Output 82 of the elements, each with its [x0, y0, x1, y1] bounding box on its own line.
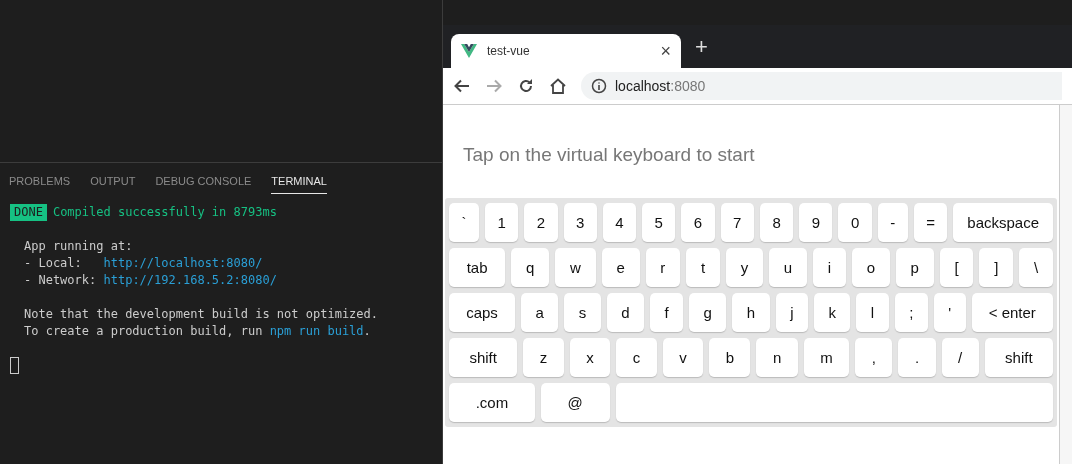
terminal-line: - Local: http://localhost:8080/	[23, 255, 264, 272]
panel-tab[interactable]: OUTPUT	[90, 175, 136, 194]
key[interactable]: ;	[894, 293, 928, 332]
info-icon[interactable]	[591, 78, 607, 94]
key[interactable]: u	[768, 248, 807, 287]
key[interactable]: -	[877, 203, 908, 242]
key[interactable]: < enter	[971, 293, 1053, 332]
key[interactable]: backspace	[953, 203, 1053, 242]
key[interactable]: shift	[984, 338, 1053, 377]
key[interactable]: d	[606, 293, 644, 332]
key[interactable]: b	[709, 338, 751, 377]
key[interactable]: \	[1019, 248, 1053, 287]
key[interactable]: z	[523, 338, 564, 377]
browser-tab[interactable]: test-vue ×	[451, 34, 681, 68]
key[interactable]: t	[686, 248, 720, 287]
key[interactable]: j	[775, 293, 808, 332]
key[interactable]: .com	[449, 383, 535, 422]
key[interactable]: =	[913, 203, 948, 242]
key[interactable]: 4	[602, 203, 637, 242]
key[interactable]: r	[645, 248, 681, 287]
key[interactable]: 9	[799, 203, 833, 242]
key[interactable]: i	[812, 248, 846, 287]
key[interactable]: .	[898, 338, 936, 377]
key[interactable]: 5	[642, 203, 676, 242]
key[interactable]: @	[540, 383, 610, 422]
terminal-link[interactable]: npm run build	[269, 324, 364, 338]
terminal-cursor	[10, 357, 19, 374]
key[interactable]: 0	[838, 203, 872, 242]
key[interactable]: tab	[449, 248, 506, 287]
terminal-line: Note that the development build is not optimized.	[23, 306, 379, 323]
key[interactable]: ,	[855, 338, 893, 377]
terminal-line: - Network: http://192.168.5.2:8080/	[23, 272, 278, 289]
key[interactable]: q	[511, 248, 550, 287]
key[interactable]: e	[601, 248, 640, 287]
key[interactable]: caps	[449, 293, 515, 332]
v-logo-icon	[461, 44, 477, 58]
key[interactable]: g	[689, 293, 727, 332]
panel-tab[interactable]: TERMINAL	[271, 175, 327, 194]
key[interactable]: k	[813, 293, 851, 332]
home-icon[interactable]	[549, 77, 567, 95]
status-text: Compiled successfully in 8793ms	[52, 204, 277, 221]
terminal-link[interactable]: http://192.168.5.2:8080/	[103, 273, 277, 287]
key[interactable]: h	[732, 293, 770, 332]
panel-tab[interactable]: PROBLEMS	[9, 175, 71, 194]
key[interactable]: '	[933, 293, 966, 332]
key[interactable]: [	[939, 248, 974, 287]
key[interactable]: `	[449, 203, 479, 242]
key[interactable]: 7	[720, 203, 754, 242]
terminal-line: To create a production build, run npm run build.	[23, 323, 372, 340]
panel-tab[interactable]: DEBUG CONSOLE	[155, 175, 252, 194]
key[interactable]: /	[941, 338, 979, 377]
key[interactable]: o	[851, 248, 890, 287]
key[interactable]: w	[555, 248, 596, 287]
key[interactable]: 8	[759, 203, 794, 242]
key[interactable]: v	[662, 338, 704, 377]
reload-icon[interactable]	[517, 77, 535, 95]
key[interactable]: m	[803, 338, 850, 377]
key[interactable]: a	[521, 293, 559, 332]
terminal-link[interactable]: http://localhost:8080/	[103, 256, 263, 270]
key[interactable]: f	[650, 293, 684, 332]
key[interactable]: n	[756, 338, 798, 377]
tab-title: test-vue	[487, 44, 531, 58]
key[interactable]: 6	[681, 203, 715, 242]
terminal-line: App running at:	[23, 238, 134, 255]
key[interactable]: s	[564, 293, 601, 332]
key[interactable]: 1	[484, 203, 519, 242]
address-bar[interactable]: localhost:8080	[581, 72, 1062, 100]
back-icon[interactable]	[453, 77, 471, 95]
key[interactable]: 3	[563, 203, 597, 242]
key[interactable]: x	[569, 338, 611, 377]
done-badge: DONE	[10, 204, 47, 221]
key[interactable]: 2	[524, 203, 558, 242]
key[interactable]: shift	[449, 338, 518, 377]
new-tab-button[interactable]: +	[695, 33, 708, 60]
prompt-text: Tap on the virtual keyboard to start	[462, 143, 756, 167]
key[interactable]: p	[895, 248, 934, 287]
url-text: localhost:8080	[615, 78, 706, 94]
key[interactable]: l	[856, 293, 889, 332]
key[interactable]: c	[616, 338, 657, 377]
key[interactable]: ]	[979, 248, 1014, 287]
close-tab-button[interactable]: ×	[660, 40, 671, 62]
key[interactable]: y	[725, 248, 763, 287]
